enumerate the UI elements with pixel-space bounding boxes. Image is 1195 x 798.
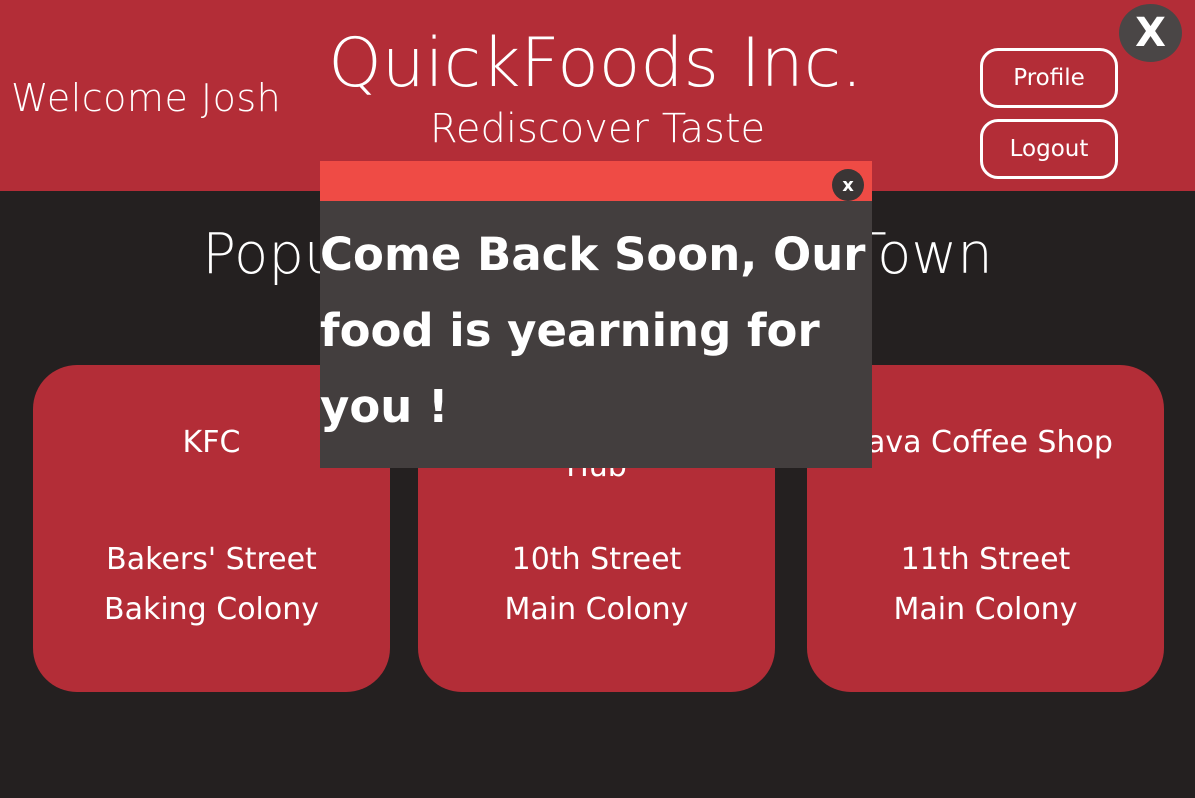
restaurant-address: Bakers' Street Baking Colony <box>33 535 390 635</box>
restaurant-street: 11th Street <box>900 542 1071 577</box>
restaurant-address: 10th Street Main Colony <box>418 535 775 635</box>
profile-button[interactable]: Profile <box>980 48 1118 108</box>
restaurant-colony: Baking Colony <box>103 592 320 627</box>
logout-popup-dialog: x Come Back Soon, Our food is yearning f… <box>320 161 872 468</box>
app-window: Welcome Josh QuickFoods Inc. Rediscover … <box>0 0 1195 798</box>
close-app-button[interactable]: X <box>1119 4 1182 62</box>
restaurant-colony: Main Colony <box>504 592 689 627</box>
popup-title-bar <box>320 161 872 201</box>
popup-message: Come Back Soon, Our food is yearning for… <box>320 228 866 433</box>
popup-close-button[interactable]: x <box>832 169 864 201</box>
restaurant-street: 10th Street <box>511 542 682 577</box>
restaurant-address: 11th Street Main Colony <box>807 535 1164 635</box>
restaurant-colony: Main Colony <box>893 592 1078 627</box>
restaurant-street: Bakers' Street <box>106 542 317 577</box>
logout-button[interactable]: Logout <box>980 119 1118 179</box>
